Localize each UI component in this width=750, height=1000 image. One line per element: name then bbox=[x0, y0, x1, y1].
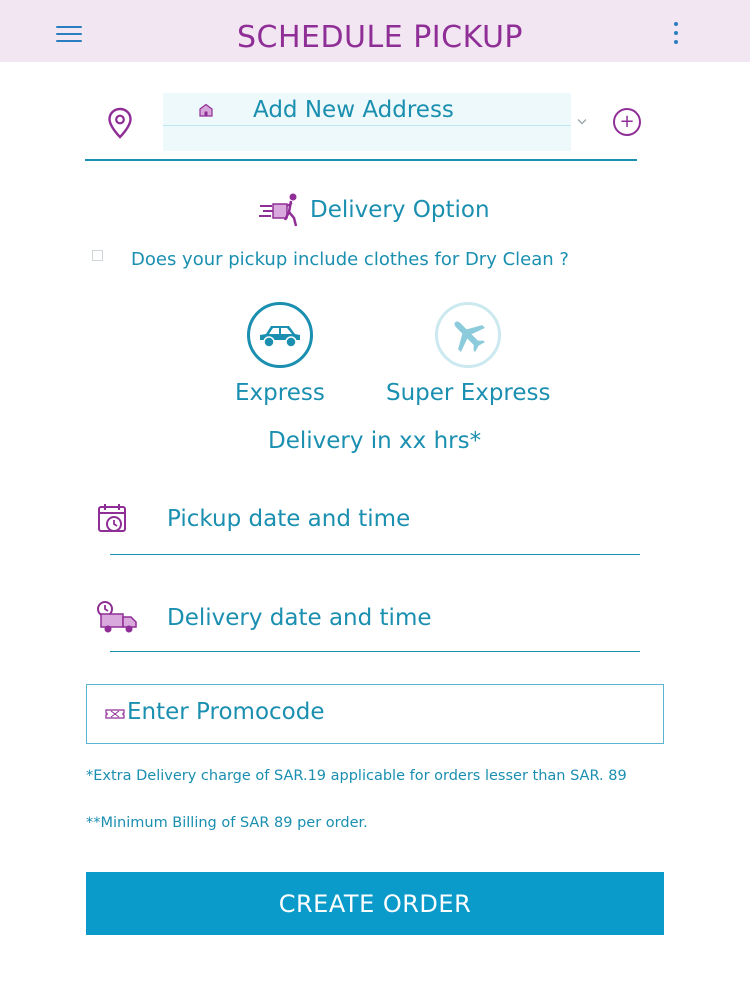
page-title: SCHEDULE PICKUP bbox=[236, 20, 524, 55]
express-option-button[interactable] bbox=[247, 302, 313, 368]
delivery-time-note: Delivery in xx hrs* bbox=[268, 428, 482, 454]
promocode-box[interactable] bbox=[86, 684, 664, 744]
dry-clean-question: Does your pickup include clothes for Dry… bbox=[131, 249, 569, 270]
app-bar: SCHEDULE PICKUP bbox=[0, 0, 750, 62]
promo-ticket-icon bbox=[105, 709, 125, 719]
super-express-option-label[interactable]: Super Express bbox=[386, 380, 551, 406]
delivery-person-icon bbox=[259, 193, 298, 227]
car-icon bbox=[260, 326, 300, 348]
airplane-icon bbox=[454, 321, 485, 352]
calendar-clock-icon bbox=[98, 504, 126, 532]
chevron-down-icon[interactable] bbox=[577, 118, 587, 125]
pickup-date-time-field[interactable]: Pickup date and time bbox=[167, 506, 410, 532]
delivery-date-time-field[interactable]: Delivery date and time bbox=[167, 605, 432, 631]
address-selected-text: Add New Address bbox=[253, 97, 454, 123]
delivery-field-underline bbox=[110, 651, 640, 652]
promocode-input[interactable] bbox=[127, 699, 647, 725]
extra-charge-note: *Extra Delivery charge of SAR.19 applica… bbox=[86, 768, 627, 784]
address-underline bbox=[85, 159, 637, 161]
express-option-label[interactable]: Express bbox=[235, 380, 325, 406]
dry-clean-checkbox[interactable] bbox=[92, 250, 103, 261]
super-express-option-button[interactable] bbox=[435, 302, 501, 368]
location-pin-icon bbox=[108, 107, 132, 139]
address-dropdown[interactable]: Add New Address bbox=[163, 93, 571, 151]
more-vertical-icon[interactable] bbox=[668, 22, 684, 50]
plus-circle-icon[interactable]: + bbox=[613, 108, 641, 136]
create-order-button[interactable]: CREATE ORDER bbox=[86, 872, 664, 935]
delivery-option-title: Delivery Option bbox=[310, 197, 490, 223]
house-icon bbox=[199, 103, 213, 117]
minimum-billing-note: **Minimum Billing of SAR 89 per order. bbox=[86, 815, 368, 831]
pickup-field-underline bbox=[110, 554, 640, 555]
delivery-truck-clock-icon bbox=[97, 601, 137, 633]
